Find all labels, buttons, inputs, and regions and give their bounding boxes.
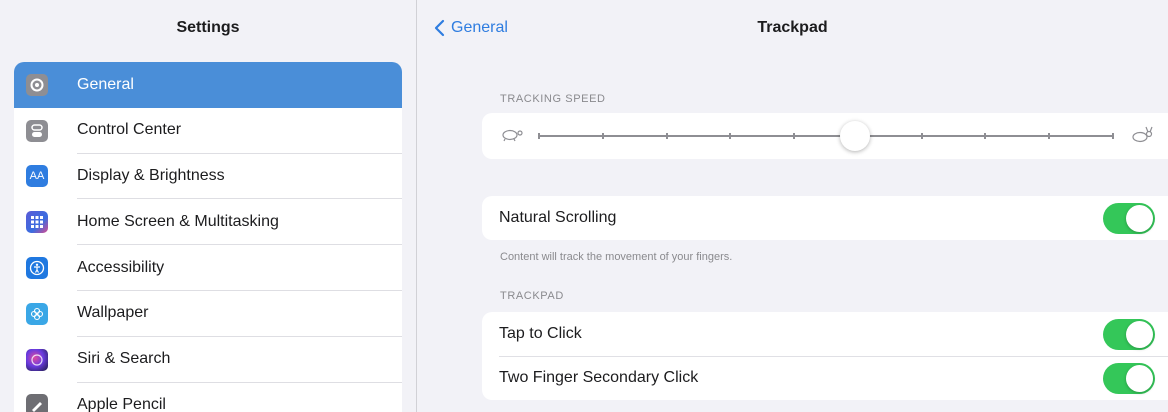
natural-scrolling-footer: Content will track the movement of your … <box>500 251 733 263</box>
two-finger-secondary-click-row: Two Finger Secondary Click <box>482 356 1168 400</box>
nav-bar: Trackpad General <box>417 0 1168 56</box>
switches-icon <box>26 119 48 142</box>
accessibility-icon <box>26 257 48 280</box>
gear-icon <box>26 73 48 96</box>
two-finger-secondary-click-toggle[interactable] <box>1103 363 1155 394</box>
turtle-icon <box>499 127 527 148</box>
siri-icon <box>26 348 48 371</box>
natural-scrolling-toggle[interactable] <box>1103 203 1155 234</box>
sidebar-item-label: Wallpaper <box>77 291 402 337</box>
back-button-label: General <box>451 19 508 36</box>
natural-scrolling-row: Natural Scrolling <box>482 196 1168 240</box>
sidebar-item-apple-pencil[interactable]: Apple Pencil <box>14 383 402 412</box>
trackpad-detail-pane: Trackpad General TRACKING SPEED Natural … <box>417 0 1168 412</box>
tracking-speed-header: TRACKING SPEED <box>500 93 606 105</box>
sidebar-item-wallpaper[interactable]: Wallpaper <box>14 291 402 337</box>
tracking-speed-knob[interactable] <box>839 121 870 151</box>
natural-scrolling-group: Natural Scrolling <box>482 196 1168 240</box>
sidebar-item-siri-search[interactable]: Siri & Search <box>14 337 402 383</box>
slider-tick <box>601 133 604 139</box>
rabbit-icon <box>1128 126 1156 149</box>
sidebar-item-accessibility[interactable]: Accessibility <box>14 245 402 291</box>
sidebar-item-label: Home Screen & Multitasking <box>77 199 402 246</box>
tracking-speed-slider-group <box>482 113 1168 159</box>
sidebar-item-label: General <box>77 75 134 93</box>
toggle-knob <box>1126 205 1153 232</box>
slider-tick <box>793 133 796 139</box>
toggle-knob <box>1126 321 1153 348</box>
sidebar-item-label: Control Center <box>77 108 402 154</box>
tap-to-click-label: Tap to Click <box>499 325 582 342</box>
sidebar-item-display-brightness[interactable]: AA Display & Brightness <box>14 154 402 200</box>
slider-tick <box>665 133 668 139</box>
slider-tick <box>1048 133 1051 139</box>
sidebar-item-control-center[interactable]: Control Center <box>14 108 402 154</box>
tap-to-click-row: Tap to Click <box>482 312 1168 356</box>
tap-to-click-toggle[interactable] <box>1103 319 1155 350</box>
trackpad-group: Tap to Click Two Finger Secondary Click <box>482 312 1168 400</box>
sidebar-item-label: Siri & Search <box>77 337 402 383</box>
trackpad-section-header: TRACKPAD <box>500 290 564 302</box>
chevron-left-icon <box>434 19 445 37</box>
back-button[interactable]: General <box>433 19 508 37</box>
tracking-speed-track[interactable] <box>539 135 1113 137</box>
pencil-icon <box>26 394 48 412</box>
sidebar-item-home-screen[interactable]: Home Screen & Multitasking <box>14 199 402 246</box>
sidebar-item-label: Apple Pencil <box>77 396 166 412</box>
slider-tick <box>729 133 732 139</box>
slider-tick <box>1112 133 1114 139</box>
toggle-knob <box>1126 365 1153 392</box>
flower-icon <box>26 302 48 325</box>
settings-list: General Control Center AA Display & Brig… <box>14 62 402 412</box>
slider-tick <box>538 133 540 139</box>
two-finger-secondary-click-label: Two Finger Secondary Click <box>499 369 699 386</box>
slider-tick <box>984 133 987 139</box>
text-size-icon: AA <box>26 165 48 188</box>
sidebar-item-general[interactable]: General <box>14 62 402 108</box>
sidebar-item-label: Display & Brightness <box>77 154 402 200</box>
page-title: Trackpad <box>757 19 828 36</box>
settings-sidebar: Settings General Control Center AA Displ… <box>0 0 416 412</box>
slider-tick <box>920 133 923 139</box>
sidebar-title: Settings <box>176 19 240 36</box>
natural-scrolling-label: Natural Scrolling <box>499 209 617 226</box>
sidebar-item-label: Accessibility <box>77 245 402 291</box>
app-grid-icon <box>26 211 48 234</box>
